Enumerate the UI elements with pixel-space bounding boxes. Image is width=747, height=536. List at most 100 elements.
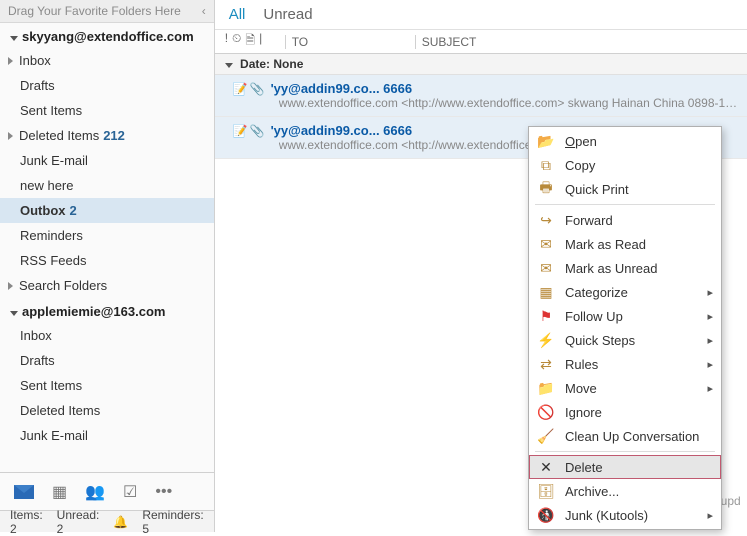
col-subject[interactable]: SUBJECT [415, 35, 747, 49]
sidebar-folder[interactable]: Search Folders [0, 273, 214, 298]
folder-label: Deleted Items [20, 403, 100, 418]
sidebar-folder[interactable]: Outbox2 [0, 198, 214, 223]
ctx-archive[interactable]: 🗄Archive... [529, 479, 721, 503]
folder-label: Drafts [20, 353, 55, 368]
mail-icon[interactable] [14, 485, 34, 499]
sidebar-folder[interactable]: Drafts [0, 73, 214, 98]
favorites-hint: Drag Your Favorite Folders Here [8, 4, 181, 18]
archive-icon: 🗄 [537, 482, 555, 500]
collapse-icon[interactable]: ‹ [202, 4, 206, 18]
folder-label: Sent Items [20, 103, 82, 118]
sidebar-folder[interactable]: Reminders [0, 223, 214, 248]
draft-icon: 📝 [233, 82, 248, 96]
rules-icon: ⇄ [537, 355, 555, 373]
col-attach[interactable]: 🗎 [245, 31, 255, 52]
message-preview: www.extendoffice.com <http://www.extendo… [279, 96, 739, 110]
ctx-mark-read[interactable]: ✉Mark as Read [529, 232, 721, 256]
account-header[interactable]: skyyang@extendoffice.com [0, 23, 214, 48]
sidebar-folder[interactable]: Deleted Items [0, 398, 214, 423]
ctx-rules[interactable]: ⇄Rules▸ [529, 352, 721, 376]
sidebar-folder[interactable]: Sent Items [0, 98, 214, 123]
folder-count: 2 [70, 203, 77, 218]
message-to: 'yy@addin99.co... 6666 [271, 123, 413, 138]
ctx-categorize[interactable]: ▦Categorize▸ [529, 280, 721, 304]
ctx-mark-unread[interactable]: ✉Mark as Unread [529, 256, 721, 280]
sidebar-folder[interactable]: Drafts [0, 348, 214, 373]
ctx-quicksteps[interactable]: ⚡Quick Steps▸ [529, 328, 721, 352]
people-icon[interactable]: 👥 [85, 482, 105, 502]
column-headers: ! ⏲ 🗎 | TO SUBJECT [215, 30, 747, 54]
status-bar: Items: 2 Unread: 2 🔔 Reminders: 5 [0, 510, 214, 532]
ctx-followup[interactable]: ⚑Follow Up▸ [529, 304, 721, 328]
sidebar-folder[interactable]: Junk E-mail [0, 423, 214, 448]
chevron-right-icon: ▸ [707, 310, 713, 323]
sidebar-folder[interactable]: Deleted Items 212 [0, 123, 214, 148]
sidebar-folder[interactable]: new here [0, 173, 214, 198]
folder-label: Junk E-mail [20, 428, 88, 443]
calendar-icon[interactable]: ▦ [52, 482, 67, 502]
ctx-open[interactable]: 📂Open [529, 129, 721, 153]
chevron-right-icon: ▸ [707, 382, 713, 395]
cleanup-icon: 🧹 [537, 427, 555, 445]
folder-label: Sent Items [20, 378, 82, 393]
folder-sidebar: Drag Your Favorite Folders Here ‹ skyyan… [0, 0, 215, 532]
folder-label: Deleted Items [19, 128, 99, 143]
folder-label: Reminders [20, 228, 83, 243]
print-icon: 🖶 [537, 180, 555, 198]
ctx-move[interactable]: 📁Move▸ [529, 376, 721, 400]
status-unread: Unread: 2 [57, 508, 100, 536]
junk-icon: 🚯 [537, 506, 555, 524]
folder-label: Junk E-mail [20, 153, 88, 168]
folder-label: Inbox [20, 328, 52, 343]
reminder-icon: 🔔 [113, 515, 128, 529]
folder-open-icon: 📂 [537, 132, 555, 150]
folder-label: Inbox [19, 53, 51, 68]
col-reminder[interactable]: ⏲ [232, 31, 241, 52]
delete-icon: ✕ [537, 458, 555, 476]
chevron-right-icon: ▸ [707, 334, 713, 347]
sidebar-folder[interactable]: Inbox [0, 323, 214, 348]
ignore-icon: 🚫 [537, 403, 555, 421]
sidebar-folder[interactable]: Inbox [0, 48, 214, 73]
draft-icon: 📝 [233, 124, 248, 138]
ctx-cleanup[interactable]: 🧹Clean Up Conversation [529, 424, 721, 448]
message-row[interactable]: 📝📎 'yy@addin99.co... 6666www.extendoffice… [215, 75, 747, 117]
chevron-right-icon: ▸ [707, 509, 713, 522]
context-menu: 📂Open ⧉Copy 🖶Quick Print ↪Forward ✉Mark … [528, 126, 722, 530]
mail-icon: ✉ [537, 259, 555, 277]
ctx-forward[interactable]: ↪Forward [529, 208, 721, 232]
attachment-icon: 📎 [250, 82, 265, 96]
ctx-delete[interactable]: ✕Delete [529, 455, 721, 479]
group-header[interactable]: Date: None [215, 54, 747, 75]
filter-tabs: All Unread [215, 0, 747, 30]
tasks-icon[interactable]: ☑ [123, 482, 137, 502]
flag-icon: ⚑ [537, 307, 555, 325]
sidebar-folder[interactable]: Junk E-mail [0, 148, 214, 173]
status-items: Items: 2 [10, 508, 43, 536]
account-header[interactable]: applemiemie@163.com [0, 298, 214, 323]
ctx-copy[interactable]: ⧉Copy [529, 153, 721, 177]
col-importance[interactable]: ! [225, 31, 228, 52]
folder-label: RSS Feeds [20, 253, 86, 268]
tab-unread[interactable]: Unread [263, 6, 312, 23]
sidebar-folder[interactable]: RSS Feeds [0, 248, 214, 273]
folder-label: new here [20, 178, 73, 193]
more-icon[interactable]: ••• [155, 483, 172, 501]
sidebar-folder[interactable]: Sent Items [0, 373, 214, 398]
col-flag[interactable]: | [259, 31, 262, 52]
ctx-junk[interactable]: 🚯Junk (Kutools)▸ [529, 503, 721, 527]
message-to: 'yy@addin99.co... 6666 [271, 81, 413, 96]
tab-all[interactable]: All [229, 6, 246, 23]
chevron-right-icon: ▸ [707, 286, 713, 299]
attachment-icon: 📎 [250, 124, 265, 138]
mail-open-icon: ✉ [537, 235, 555, 253]
col-to[interactable]: TO [285, 35, 415, 49]
chevron-right-icon: ▸ [707, 358, 713, 371]
nav-bar: ▦ 👥 ☑ ••• [0, 472, 214, 510]
ctx-ignore[interactable]: 🚫Ignore [529, 400, 721, 424]
folder-label: Drafts [20, 78, 55, 93]
ctx-quick-print[interactable]: 🖶Quick Print [529, 177, 721, 201]
folder-count: 212 [103, 128, 125, 143]
lightning-icon: ⚡ [537, 331, 555, 349]
forward-icon: ↪ [537, 211, 555, 229]
